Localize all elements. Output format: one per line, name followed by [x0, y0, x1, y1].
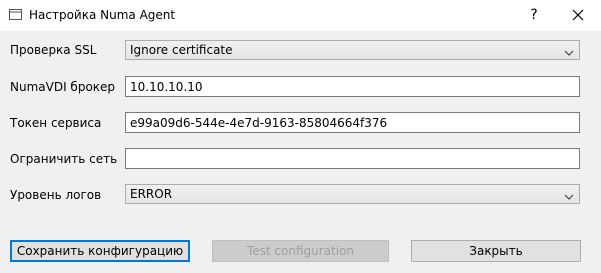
- token-input[interactable]: [125, 112, 580, 133]
- log-level-select-value: ERROR: [130, 187, 173, 201]
- ssl-select[interactable]: Ignore certificate: [125, 40, 580, 60]
- close-window-button[interactable]: [566, 4, 590, 26]
- ssl-select-value: Ignore certificate: [130, 43, 233, 57]
- window-icon: [9, 9, 22, 20]
- chevron-down-icon: [564, 46, 574, 56]
- broker-input[interactable]: [125, 76, 580, 97]
- title-bar: Настройка Numa Agent ?: [0, 0, 601, 31]
- help-button[interactable]: ?: [524, 4, 544, 26]
- ssl-label: Проверка SSL: [10, 43, 97, 57]
- log-level-label: Уровень логов: [10, 188, 102, 202]
- network-input[interactable]: [125, 148, 580, 169]
- network-label: Ограничить сеть: [10, 152, 118, 166]
- save-config-button[interactable]: Сохранить конфигурацию: [10, 240, 190, 262]
- broker-label: NumaVDI брокер: [10, 80, 116, 94]
- chevron-down-icon: [564, 190, 574, 200]
- test-config-button[interactable]: Test configuration: [212, 240, 389, 262]
- close-icon: [572, 9, 584, 24]
- window-title: Настройка Numa Agent: [29, 8, 176, 22]
- log-level-select[interactable]: ERROR: [125, 184, 580, 204]
- close-button[interactable]: Закрыть: [411, 240, 581, 262]
- token-label: Токен сервиса: [10, 116, 102, 130]
